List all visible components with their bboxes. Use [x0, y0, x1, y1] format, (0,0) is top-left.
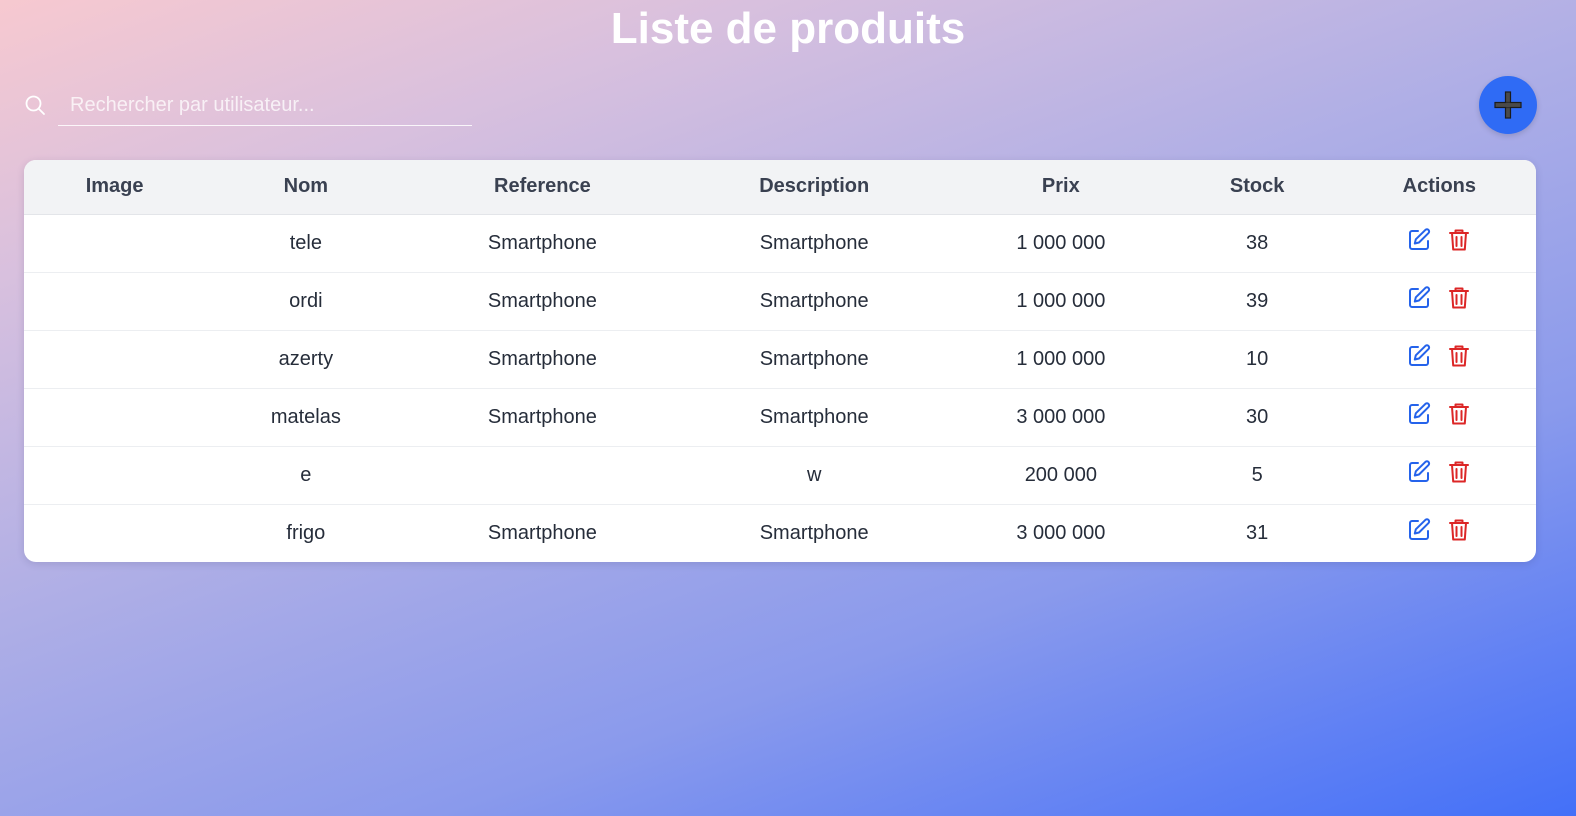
delete-button[interactable] [1446, 401, 1472, 427]
edit-icon [1406, 401, 1432, 427]
edit-button[interactable] [1406, 227, 1432, 253]
cell-reference: Smartphone [487, 289, 597, 312]
edit-button[interactable] [1406, 343, 1432, 369]
edit-button[interactable] [1406, 459, 1432, 485]
row-actions [1406, 459, 1472, 485]
cell-nom: matelas [270, 405, 341, 428]
column-header-actions: Actions [1402, 175, 1477, 198]
row-actions [1406, 285, 1472, 311]
delete-button[interactable] [1446, 285, 1472, 311]
add-product-button[interactable] [1479, 76, 1537, 134]
edit-button[interactable] [1406, 517, 1432, 543]
cell-description: Smartphone [759, 521, 869, 544]
cell-description: Smartphone [759, 405, 869, 428]
table-body: tele Smartphone Smartphone 1 000 000 38 ordi S… [24, 214, 1536, 562]
table-row: e w 200 000 5 [24, 446, 1536, 504]
plus-icon [1493, 90, 1523, 120]
delete-button[interactable] [1446, 459, 1472, 485]
row-actions [1406, 401, 1472, 427]
edit-button[interactable] [1406, 401, 1432, 427]
cell-stock: 39 [1246, 289, 1269, 312]
cell-image [24, 330, 205, 388]
edit-icon [1406, 227, 1432, 253]
cell-nom: e [300, 463, 312, 486]
cell-nom: azerty [278, 347, 334, 370]
cell-prix: 1 000 000 [1016, 347, 1106, 370]
column-header-reference: Reference [494, 175, 591, 198]
cell-image [24, 446, 205, 504]
cell-stock: 30 [1246, 405, 1269, 428]
cell-prix: 3 000 000 [1016, 405, 1106, 428]
edit-icon [1406, 517, 1432, 543]
column-header-image: Image [85, 175, 144, 198]
cell-prix: 1 000 000 [1016, 231, 1106, 254]
edit-button[interactable] [1406, 285, 1432, 311]
cell-prix: 3 000 000 [1016, 521, 1106, 544]
row-actions [1406, 227, 1472, 253]
trash-icon [1446, 517, 1472, 543]
products-table: Image Nom Reference Description Prix Sto… [24, 160, 1536, 562]
search-input[interactable] [58, 86, 472, 126]
cell-prix: 1 000 000 [1016, 289, 1106, 312]
table-row: ordi Smartphone Smartphone 1 000 000 39 [24, 272, 1536, 330]
delete-button[interactable] [1446, 343, 1472, 369]
cell-reference [407, 446, 679, 504]
cell-image [24, 504, 205, 562]
table-row: tele Smartphone Smartphone 1 000 000 38 [24, 214, 1536, 272]
table-row: matelas Smartphone Smartphone 3 000 000 30 [24, 388, 1536, 446]
row-actions [1406, 517, 1472, 543]
cell-actions [1343, 330, 1536, 388]
delete-button[interactable] [1446, 227, 1472, 253]
table-row: azerty Smartphone Smartphone 1 000 000 10 [24, 330, 1536, 388]
trash-icon [1446, 343, 1472, 369]
delete-button[interactable] [1446, 517, 1472, 543]
table-row: frigo Smartphone Smartphone 3 000 000 31 [24, 504, 1536, 562]
cell-stock: 38 [1246, 231, 1269, 254]
search-icon [24, 94, 46, 116]
cell-reference: Smartphone [487, 521, 597, 544]
cell-image [24, 214, 205, 272]
cell-stock: 31 [1246, 521, 1269, 544]
cell-actions [1343, 446, 1536, 504]
cell-prix: 200 000 [1024, 463, 1097, 486]
cell-image [24, 388, 205, 446]
edit-icon [1406, 343, 1432, 369]
cell-actions [1343, 388, 1536, 446]
trash-icon [1446, 401, 1472, 427]
cell-nom: tele [289, 231, 322, 254]
page-title: Liste de produits [610, 4, 966, 53]
search-bar [24, 86, 474, 128]
cell-stock: 10 [1246, 347, 1269, 370]
trash-icon [1446, 285, 1472, 311]
cell-reference: Smartphone [487, 231, 597, 254]
products-table-card: Image Nom Reference Description Prix Sto… [24, 160, 1536, 562]
cell-description: Smartphone [759, 289, 869, 312]
cell-description: Smartphone [759, 231, 869, 254]
edit-icon [1406, 285, 1432, 311]
trash-icon [1446, 459, 1472, 485]
cell-image [24, 272, 205, 330]
column-header-nom: Nom [283, 175, 329, 198]
cell-stock: 5 [1251, 463, 1263, 486]
edit-icon [1406, 459, 1432, 485]
cell-reference: Smartphone [487, 347, 597, 370]
column-header-description: Description [759, 175, 870, 198]
cell-description: Smartphone [759, 347, 869, 370]
cell-reference: Smartphone [487, 405, 597, 428]
column-header-stock: Stock [1229, 175, 1285, 198]
cell-actions [1343, 214, 1536, 272]
trash-icon [1446, 227, 1472, 253]
cell-actions [1343, 272, 1536, 330]
cell-actions [1343, 504, 1536, 562]
column-header-prix: Prix [1041, 175, 1080, 198]
table-header-row: Image Nom Reference Description Prix Sto… [24, 160, 1536, 214]
cell-nom: frigo [286, 521, 326, 544]
row-actions [1406, 343, 1472, 369]
cell-description: w [806, 463, 822, 486]
cell-nom: ordi [289, 289, 323, 312]
